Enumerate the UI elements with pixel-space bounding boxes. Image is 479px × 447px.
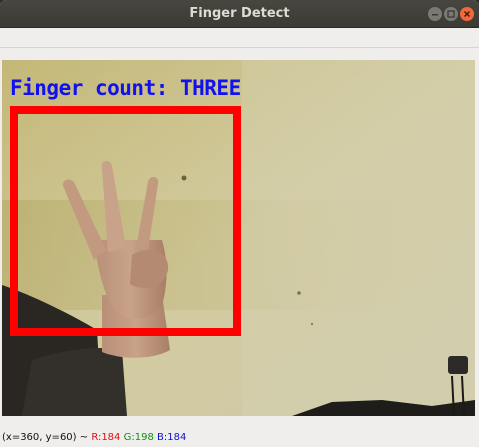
camera-frame[interactable] xyxy=(2,60,475,416)
pixel-blue-value: B:184 xyxy=(157,432,187,443)
minimize-icon[interactable] xyxy=(428,7,442,21)
status-bar: (x=360, y=60) ~ R:184 G:198 B:184 xyxy=(0,428,479,447)
cursor-coords: (x=360, y=60) ~ xyxy=(2,432,89,443)
maximize-icon[interactable] xyxy=(444,7,458,21)
window-title: Finger Detect xyxy=(189,6,290,21)
toolbar xyxy=(0,28,479,48)
pixel-green-value: G:198 xyxy=(123,432,154,443)
title-bar[interactable]: Finger Detect xyxy=(0,0,479,28)
camera-image xyxy=(2,60,475,416)
app-window: Finger Detect Finger count: THREE (x=360… xyxy=(0,0,479,447)
pixel-red-value: R:184 xyxy=(91,432,121,443)
finger-count-label: Finger count: THREE xyxy=(10,76,241,100)
close-icon[interactable] xyxy=(460,7,474,21)
